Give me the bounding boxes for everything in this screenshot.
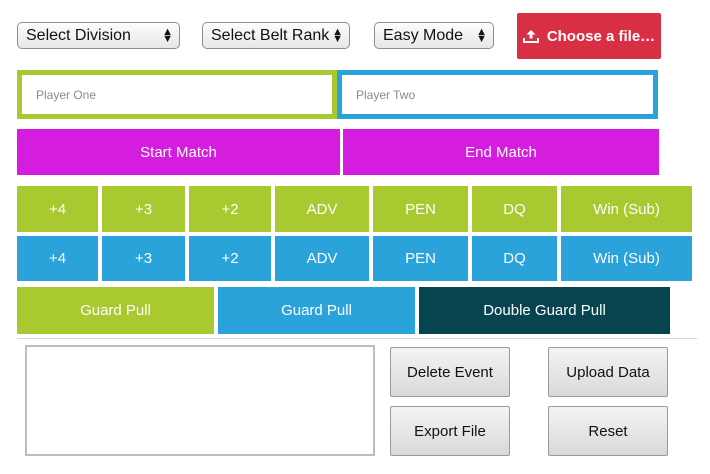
player-one-plus2-button[interactable]: +2: [189, 186, 271, 232]
player-one-plus4-button[interactable]: +4: [17, 186, 98, 232]
player-two-win-sub-button[interactable]: Win (Sub): [561, 236, 692, 281]
player-two-plus3-button[interactable]: +3: [102, 236, 185, 281]
start-match-button[interactable]: Start Match: [17, 129, 340, 175]
player-one-advantage-button[interactable]: ADV: [275, 186, 369, 232]
mode-select[interactable]: Easy Mode ▲ ▼: [374, 22, 494, 49]
delete-event-button[interactable]: Delete Event: [390, 347, 510, 397]
select-arrows-icon: ▲ ▼: [162, 25, 173, 45]
player-two-guard-pull-button[interactable]: Guard Pull: [218, 287, 415, 334]
double-guard-pull-button[interactable]: Double Guard Pull: [419, 287, 670, 334]
player-two-penalty-button[interactable]: PEN: [373, 236, 468, 281]
division-select[interactable]: Select Division ▲ ▼: [17, 22, 180, 49]
belt-rank-select-value: Select Belt Rank: [211, 26, 330, 44]
reset-button[interactable]: Reset: [548, 406, 668, 456]
upload-icon: [522, 30, 539, 43]
end-match-button[interactable]: End Match: [343, 129, 659, 175]
player-one-input[interactable]: [17, 70, 337, 119]
belt-rank-select[interactable]: Select Belt Rank ▲ ▼: [202, 22, 350, 49]
player-two-advantage-button[interactable]: ADV: [275, 236, 369, 281]
player-one-guard-pull-button[interactable]: Guard Pull: [17, 287, 214, 334]
player-two-input[interactable]: [337, 70, 658, 119]
export-file-button[interactable]: Export File: [390, 406, 510, 456]
upload-data-button[interactable]: Upload Data: [548, 347, 668, 397]
player-two-plus2-button[interactable]: +2: [189, 236, 271, 281]
player-one-win-sub-button[interactable]: Win (Sub): [561, 186, 692, 232]
player-two-dq-button[interactable]: DQ: [472, 236, 557, 281]
choose-file-button[interactable]: Choose a file…: [517, 13, 661, 59]
section-divider: [17, 338, 697, 339]
event-log[interactable]: [25, 345, 375, 456]
player-two-plus4-button[interactable]: +4: [17, 236, 98, 281]
choose-file-label: Choose a file…: [546, 27, 656, 45]
player-one-plus3-button[interactable]: +3: [102, 186, 185, 232]
player-one-dq-button[interactable]: DQ: [472, 186, 557, 232]
player-one-penalty-button[interactable]: PEN: [373, 186, 468, 232]
mode-select-value: Easy Mode: [383, 26, 464, 44]
select-arrows-icon: ▲ ▼: [332, 25, 343, 45]
select-arrows-icon: ▲ ▼: [476, 25, 487, 45]
division-select-value: Select Division: [26, 26, 131, 44]
